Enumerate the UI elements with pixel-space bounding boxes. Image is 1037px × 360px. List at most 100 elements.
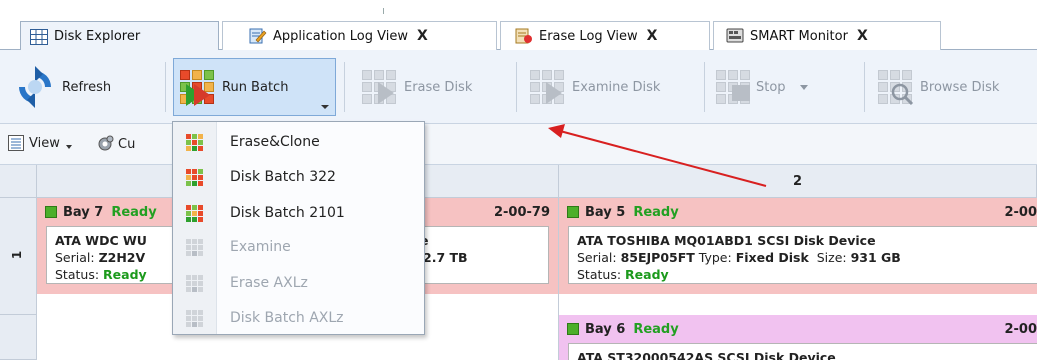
menu-item-disk-batch-322[interactable]: Disk Batch 322	[173, 161, 424, 193]
batch-icon	[186, 275, 203, 292]
run-batch-button[interactable]: Run Batch	[173, 58, 336, 116]
grid-icon	[30, 28, 48, 45]
bay-header: Bay 6 Ready 2-00	[559, 315, 1037, 343]
run-batch-icon	[180, 70, 214, 106]
type-label: Type:	[698, 250, 732, 265]
examine-disk-label: Examine Disk	[572, 79, 661, 95]
row-header[interactable]: 1	[0, 198, 37, 315]
refresh-label: Refresh	[62, 79, 112, 95]
separator	[516, 62, 517, 112]
view-icon	[8, 135, 24, 151]
view-label: View	[29, 135, 60, 151]
device-name: ATA TOSHIBA MQ01ABD1 SCSI Disk Device	[577, 233, 876, 248]
close-icon[interactable]: X	[857, 28, 868, 44]
view-toolbar: View Cu	[0, 124, 1037, 165]
separator	[344, 62, 345, 112]
menu-item-label: Disk Batch 322	[230, 169, 336, 185]
corner-header	[0, 165, 37, 198]
menu-item-erase-axlz[interactable]: Erase AXLz	[173, 267, 424, 299]
bay-status: Ready	[633, 204, 679, 220]
customize-label: Cu	[118, 136, 136, 152]
erase-disk-button[interactable]: Erase Disk	[362, 58, 512, 116]
row-label: 1	[10, 250, 25, 260]
tab-disk-explorer[interactable]: Disk Explorer	[20, 21, 219, 51]
status-value: Ready	[103, 267, 147, 282]
stop-button[interactable]: Stop	[716, 58, 856, 116]
tab-bar: Disk Explorer Application Log View X Era…	[0, 15, 1037, 51]
serial-value: Z2H2V	[98, 250, 146, 265]
batch-icon	[186, 310, 203, 327]
close-icon[interactable]: X	[417, 28, 428, 44]
run-batch-menu: Erase&Clone Disk Batch 322 Disk Batch 21…	[172, 121, 425, 335]
tab-smart-monitor[interactable]: SMART Monitor X	[713, 21, 941, 50]
run-batch-label: Run Batch	[222, 79, 289, 95]
examine-disk-button[interactable]: Examine Disk	[530, 58, 700, 116]
bay-name: Bay 5	[585, 204, 626, 220]
device-name: ATA WDC WU	[55, 233, 147, 248]
tab-label: Disk Explorer	[54, 29, 141, 44]
disk-info: ATA ST32000542AS SCSI Disk Device	[568, 343, 1037, 360]
customize-button[interactable]: Cu	[96, 135, 135, 153]
menu-item-label: Erase AXLz	[230, 275, 308, 291]
dropdown-arrow-icon	[321, 105, 329, 109]
serial-label: Serial:	[55, 250, 95, 265]
type-value: Fixed Disk	[735, 250, 809, 265]
bay-code: 2-00	[1004, 205, 1037, 220]
erase-disk-label: Erase Disk	[404, 79, 473, 95]
bay-card[interactable]: Bay 6 Ready 2-00 ATA ST32000542AS SCSI D…	[559, 315, 1037, 360]
browse-disk-label: Browse Disk	[920, 79, 1000, 95]
menu-item-label: Examine	[230, 239, 291, 255]
menu-item-examine[interactable]: Examine	[173, 231, 424, 263]
menu-item-disk-batch-axlz[interactable]: Disk Batch AXLz	[173, 302, 424, 334]
tab-erase-log-view[interactable]: Erase Log View X	[500, 21, 710, 50]
serial-value: 85EJP05FT	[620, 250, 695, 265]
size-value: 2.7 TB	[423, 250, 468, 265]
batch-icon	[186, 134, 203, 151]
examine-disk-icon	[530, 70, 564, 104]
tab-label: Erase Log View	[539, 28, 638, 44]
disk-info: ATA TOSHIBA MQ01ABD1 SCSI Disk Device Se…	[568, 226, 1037, 284]
close-icon[interactable]: X	[647, 28, 658, 44]
view-button[interactable]: View	[8, 135, 72, 151]
separator	[864, 62, 865, 112]
refresh-icon	[14, 66, 56, 108]
batch-icon	[186, 239, 203, 256]
status-indicator	[567, 206, 579, 218]
bay-name: Bay 7	[63, 204, 104, 220]
row-header[interactable]	[0, 315, 37, 360]
menu-item-label: Erase&Clone	[230, 134, 320, 150]
serial-label: Serial:	[577, 250, 617, 265]
bay-name: Bay 6	[585, 321, 626, 337]
stop-icon	[716, 70, 750, 104]
menu-item-erase-clone[interactable]: Erase&Clone	[173, 126, 424, 158]
browse-disk-button[interactable]: Browse Disk	[878, 58, 1037, 116]
bay-header: Bay 5 Ready 2-00	[559, 198, 1037, 226]
size-value: 931 GB	[850, 250, 901, 265]
log-edit-icon	[249, 28, 267, 44]
status-label: Status:	[55, 267, 100, 282]
status-label: Status:	[577, 267, 622, 282]
top-strip	[0, 0, 1037, 15]
bay-card[interactable]: Bay 5 Ready 2-00 ATA TOSHIBA MQ01ABD1 SC…	[559, 198, 1037, 294]
menu-item-label: Disk Batch AXLz	[230, 310, 344, 326]
size-label: Size:	[816, 250, 847, 265]
bay-code: 2-00	[1004, 322, 1037, 337]
batch-icon	[186, 205, 203, 222]
dropdown-arrow-icon[interactable]	[799, 84, 808, 90]
divider-tick	[383, 8, 384, 14]
device-name: ATA ST32000542AS SCSI Disk Device	[577, 350, 836, 360]
menu-item-disk-batch-2101[interactable]: Disk Batch 2101	[173, 197, 424, 229]
erase-disk-icon	[362, 70, 396, 104]
separator	[704, 62, 705, 112]
bay-status: Ready	[111, 204, 157, 220]
tab-application-log-view[interactable]: Application Log View X	[222, 21, 497, 50]
column-header[interactable]: 2	[559, 165, 1037, 198]
browse-disk-icon	[878, 70, 914, 106]
erase-log-icon	[515, 28, 533, 44]
separator	[165, 62, 166, 112]
refresh-button[interactable]: Refresh	[14, 58, 164, 116]
monitor-icon	[726, 28, 744, 44]
bay-status: Ready	[633, 321, 679, 337]
menu-item-label: Disk Batch 2101	[230, 205, 345, 221]
status-value: Ready	[625, 267, 669, 282]
